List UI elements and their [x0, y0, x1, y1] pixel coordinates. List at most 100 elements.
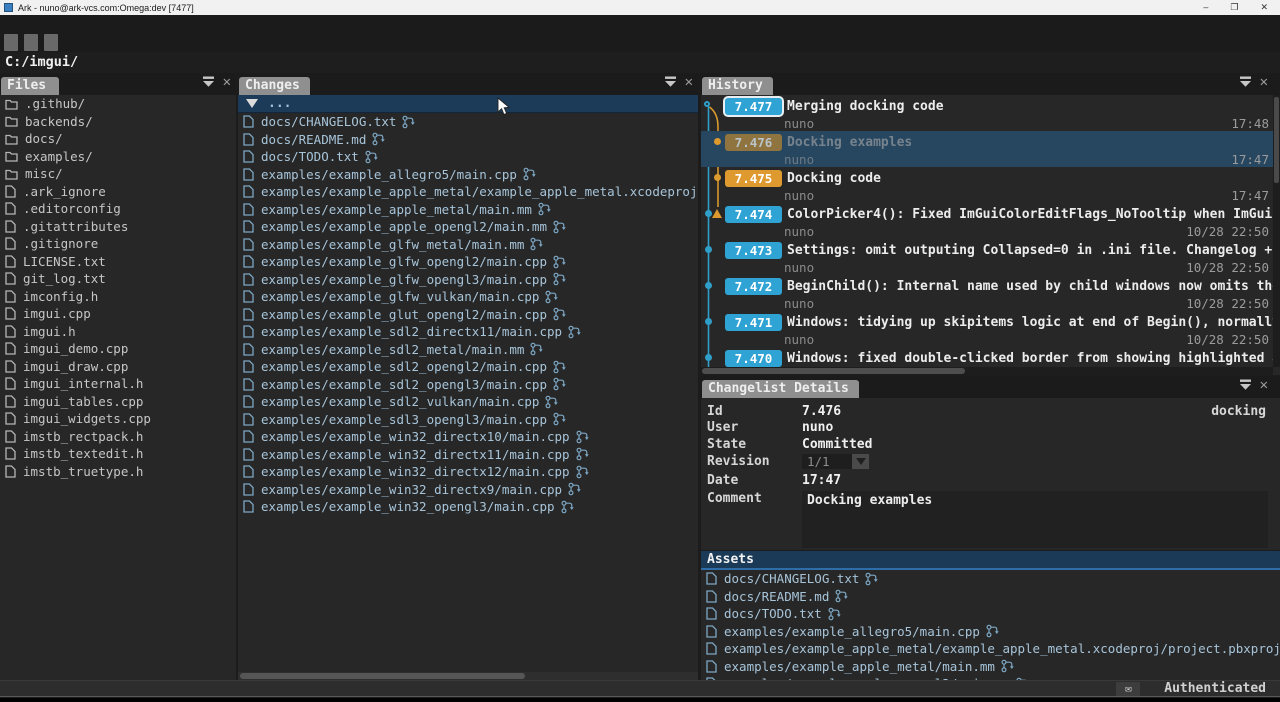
changelist-id-badge[interactable]: 7.476 [725, 134, 782, 151]
changed-file-row[interactable]: examples/example_win32_opengl3/main.cpp [238, 498, 698, 516]
history-commit-row[interactable]: 7.473 Settings: omit outputing Collapsed… [701, 239, 1273, 275]
changed-file-row[interactable]: examples/example_win32_directx9/main.cpp [238, 481, 698, 499]
history-tab[interactable]: History [702, 77, 773, 95]
file-row[interactable]: backends/ [0, 113, 236, 131]
scrollbar-thumb[interactable] [702, 368, 965, 374]
changed-file-row[interactable]: examples/example_win32_directx10/main.cp… [238, 428, 698, 446]
asset-file-row[interactable]: docs/CHANGELOG.txt [701, 570, 1280, 588]
file-row[interactable]: .gitattributes [0, 218, 236, 236]
file-row[interactable]: LICENSE.txt [0, 253, 236, 271]
asset-file-row[interactable]: docs/TODO.txt [701, 605, 1280, 623]
collapse-triangle-icon[interactable] [246, 99, 258, 108]
changelist-id-badge[interactable]: 7.473 [725, 242, 782, 259]
changed-file-row[interactable]: examples/example_sdl2_metal/main.mm [238, 341, 698, 359]
file-row[interactable]: .github/ [0, 95, 236, 113]
history-commit-row[interactable]: 7.472 BeginChild(): Internal name used b… [701, 275, 1273, 311]
history-commit-row[interactable]: 7.474 ColorPicker4(): Fixed ImGuiColorEd… [701, 203, 1273, 239]
changed-file-row[interactable]: examples/example_glfw_opengl3/main.cpp [238, 271, 698, 289]
close-panel-icon[interactable]: ✕ [685, 76, 693, 88]
filter-icon[interactable] [1239, 379, 1252, 391]
file-row[interactable]: misc/ [0, 165, 236, 183]
comment-field[interactable]: Docking examples [802, 491, 1268, 548]
file-row[interactable]: .editorconfig [0, 200, 236, 218]
changed-file-row[interactable]: examples/example_sdl2_vulkan/main.cpp [238, 393, 698, 411]
changed-file-row[interactable]: examples/example_sdl3_opengl3/main.cpp [238, 411, 698, 429]
scrollbar-thumb[interactable] [1274, 97, 1279, 183]
filter-icon[interactable] [1239, 76, 1252, 88]
file-row[interactable]: imgui_internal.h [0, 375, 236, 393]
detail-row-user: User nuno [707, 420, 1274, 437]
changelist-details-tab[interactable]: Changelist Details [702, 380, 859, 398]
changed-file-row[interactable]: docs/TODO.txt [238, 148, 698, 166]
changed-file-row[interactable]: examples/example_win32_directx12/main.cp… [238, 463, 698, 481]
file-icon [243, 360, 254, 373]
close-panel-icon[interactable]: ✕ [223, 76, 231, 88]
changed-file-row[interactable]: examples/example_sdl2_directx11/main.cpp [238, 323, 698, 341]
file-row[interactable]: imgui.h [0, 323, 236, 341]
revision-dropdown-button[interactable] [852, 454, 869, 469]
changed-file-row[interactable]: docs/CHANGELOG.txt [238, 113, 698, 131]
file-row[interactable]: imstb_textedit.h [0, 445, 236, 463]
history-commit-row[interactable]: 7.477 Merging docking code nuno 17:48 [701, 95, 1273, 131]
changed-file-row[interactable]: examples/example_glfw_metal/main.mm [238, 236, 698, 254]
changed-file-row[interactable]: examples/example_allegro5/main.cpp [238, 166, 698, 184]
file-row[interactable]: examples/ [0, 148, 236, 166]
close-button[interactable]: ✕ [1260, 2, 1268, 13]
changelist-id-badge[interactable]: 7.470 [725, 350, 782, 367]
changelist-id-badge[interactable]: 7.471 [725, 314, 782, 331]
maximize-button[interactable]: ❐ [1230, 2, 1238, 13]
file-row[interactable]: .gitignore [0, 235, 236, 253]
changelist-id-badge[interactable]: 7.472 [725, 278, 782, 295]
filter-icon[interactable] [202, 76, 215, 88]
minimize-button[interactable]: – [1203, 2, 1208, 13]
history-commit-row[interactable]: 7.475 Docking code nuno 17:47 [701, 167, 1273, 203]
changed-file-row[interactable]: examples/example_sdl2_opengl2/main.cpp [238, 358, 698, 376]
changed-file-row[interactable]: examples/example_apple_opengl2/main.mm [238, 218, 698, 236]
changed-file-row[interactable]: examples/example_apple_metal/main.mm [238, 201, 698, 219]
file-row[interactable]: .ark_ignore [0, 183, 236, 201]
scrollbar-thumb[interactable] [240, 673, 525, 679]
close-panel-icon[interactable]: ✕ [1260, 379, 1268, 391]
toolbar-button[interactable] [24, 34, 38, 51]
changes-horizontal-scrollbar[interactable] [238, 672, 698, 680]
changelist-id-badge[interactable]: 7.475 [725, 170, 782, 187]
history-horizontal-scrollbar[interactable] [701, 367, 1273, 375]
toolbar-button[interactable] [4, 34, 18, 51]
changed-file-row[interactable]: docs/README.md [238, 131, 698, 149]
history-vertical-scrollbar[interactable] [1273, 95, 1280, 367]
close-panel-icon[interactable]: ✕ [1260, 76, 1268, 88]
changelist-id-badge[interactable]: 7.474 [725, 206, 782, 223]
changes-tab[interactable]: Changes [239, 77, 310, 95]
changed-file-row[interactable]: examples/example_sdl2_opengl3/main.cpp [238, 376, 698, 394]
file-row[interactable]: imgui_tables.cpp [0, 393, 236, 411]
file-row[interactable]: docs/ [0, 130, 236, 148]
files-panel: Files ✕ .github/ backends/ docs/ [0, 73, 236, 680]
asset-file-row[interactable]: examples/example_apple_metal/main.mm [701, 658, 1280, 676]
changed-file-row[interactable]: examples/example_glfw_opengl2/main.cpp [238, 253, 698, 271]
files-tab[interactable]: Files [1, 77, 59, 95]
history-commit-row[interactable]: 7.476 Docking examples nuno 17:47 [701, 131, 1273, 167]
history-commit-row[interactable]: 7.470 Windows: fixed double-clicked bord… [701, 347, 1273, 367]
changed-file-row[interactable]: examples/example_win32_directx11/main.cp… [238, 446, 698, 464]
file-row[interactable]: imgui.cpp [0, 305, 236, 323]
revision-graph-icon [553, 255, 567, 269]
mail-icon[interactable]: ✉ [1116, 682, 1140, 696]
asset-file-row[interactable]: examples/example_allegro5/main.cpp [701, 623, 1280, 641]
changed-file-row[interactable]: examples/example_glut_opengl2/main.cpp [238, 306, 698, 324]
filter-icon[interactable] [664, 76, 677, 88]
file-row[interactable]: imconfig.h [0, 288, 236, 306]
asset-file-row[interactable]: docs/README.md [701, 588, 1280, 606]
toolbar-button[interactable] [44, 34, 58, 51]
asset-file-row[interactable]: examples/example_apple_metal/example_app… [701, 640, 1280, 658]
file-row[interactable]: imstb_truetype.h [0, 463, 236, 481]
file-row[interactable]: imgui_widgets.cpp [0, 410, 236, 428]
history-commit-row[interactable]: 7.471 Windows: tidying up skipitems logi… [701, 311, 1273, 347]
file-row[interactable]: git_log.txt [0, 270, 236, 288]
changed-file-row[interactable]: examples/example_apple_metal/example_app… [238, 183, 698, 201]
file-row[interactable]: imgui_demo.cpp [0, 340, 236, 358]
changelist-expander-row[interactable]: ... [238, 95, 698, 113]
file-row[interactable]: imgui_draw.cpp [0, 358, 236, 376]
changed-file-row[interactable]: examples/example_glfw_vulkan/main.cpp [238, 288, 698, 306]
changelist-id-badge[interactable]: 7.477 [725, 98, 782, 115]
file-row[interactable]: imstb_rectpack.h [0, 428, 236, 446]
